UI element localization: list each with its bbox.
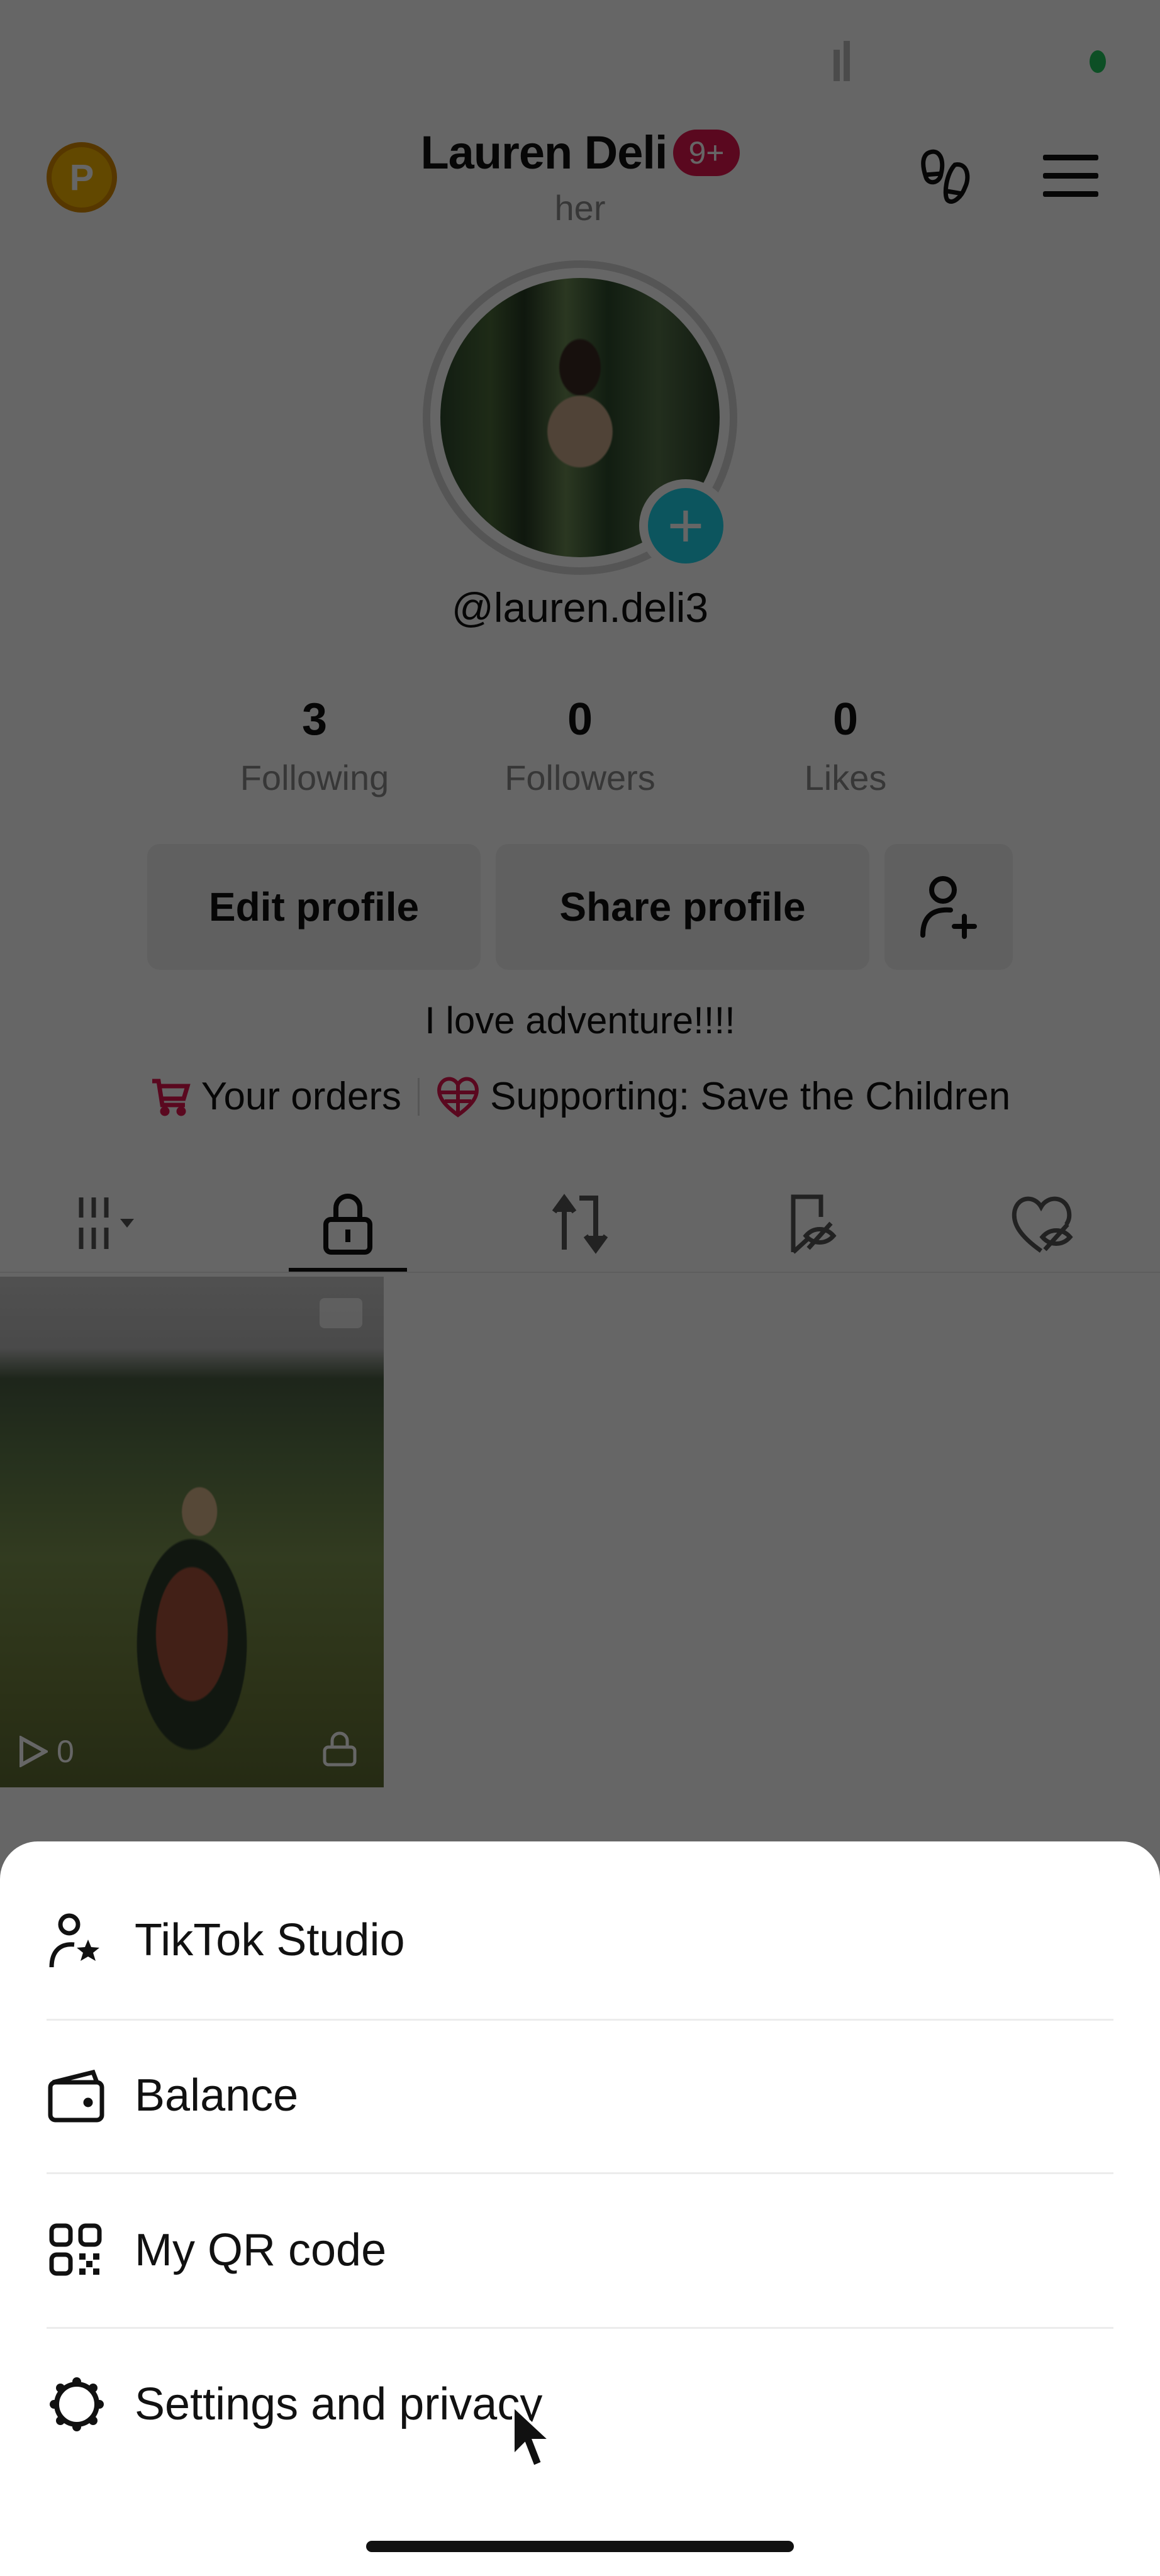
wallet-icon xyxy=(48,2069,104,2123)
menu-item-qr-code[interactable]: My QR code xyxy=(47,2175,1113,2326)
profile-menu-sheet: TikTok Studio Balance My QR code Setting… xyxy=(0,1841,1160,2576)
qr-code-icon xyxy=(49,2223,102,2276)
menu-item-balance[interactable]: Balance xyxy=(47,2020,1113,2171)
home-indicator[interactable] xyxy=(366,2541,794,2552)
gear-icon xyxy=(50,2377,104,2431)
menu-item-label: Balance xyxy=(135,2070,299,2121)
menu-item-label: Settings and privacy xyxy=(135,2379,543,2429)
menu-item-tiktok-studio[interactable]: TikTok Studio xyxy=(47,1865,1113,2016)
menu-item-label: My QR code xyxy=(135,2225,387,2275)
mouse-cursor-icon xyxy=(511,2403,561,2476)
menu-item-settings-privacy[interactable]: Settings and privacy xyxy=(47,2329,1113,2480)
profile-screen: 6:51 87% P Lauren Deli 9+ her + xyxy=(0,0,1160,2576)
menu-item-label: TikTok Studio xyxy=(135,1915,405,1965)
user-star-icon xyxy=(49,1913,99,1968)
menu-divider xyxy=(47,2172,1113,2174)
